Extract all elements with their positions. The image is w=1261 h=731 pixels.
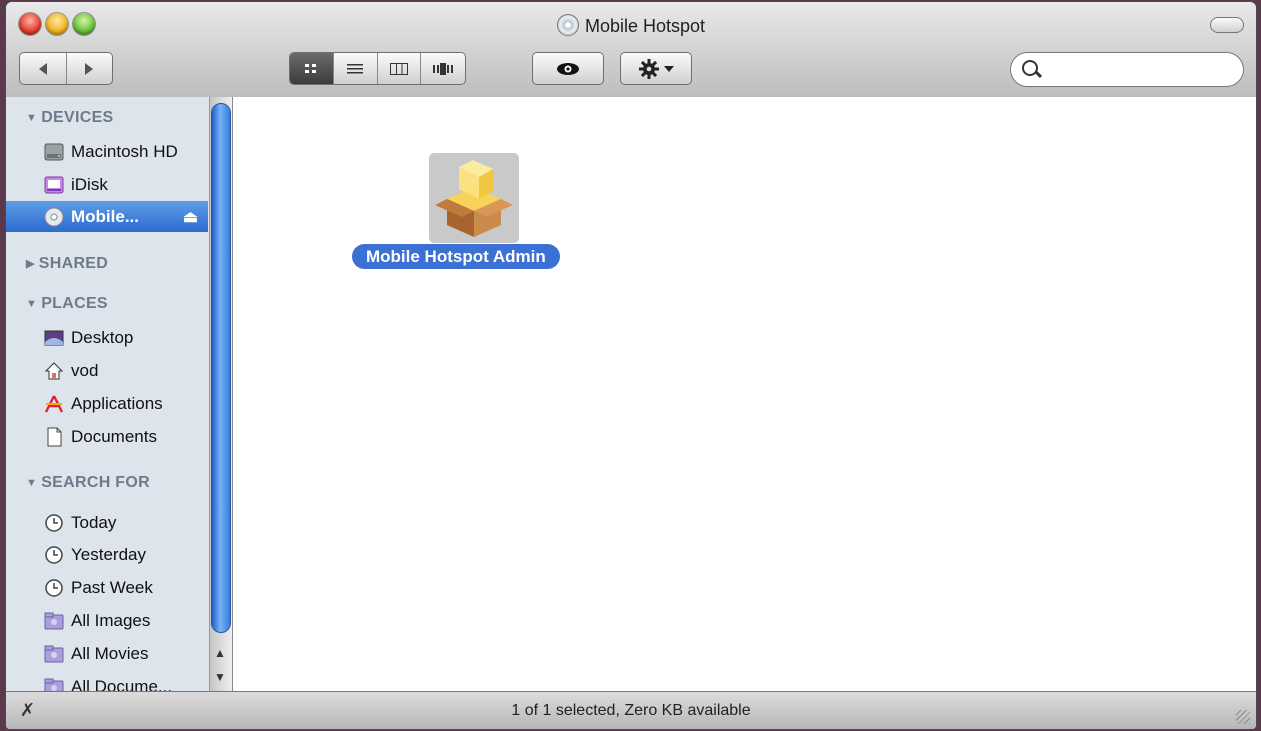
sidebar-item-mobile-hotspot[interactable]: Mobile... ⏏ [6, 201, 208, 232]
sidebar-item-applications[interactable]: Applications [6, 388, 208, 419]
sidebar-item-past-week[interactable]: Past Week [6, 572, 208, 603]
column-view-button[interactable] [378, 53, 422, 84]
package-installer-icon [435, 160, 513, 237]
list-view-icon [347, 63, 364, 73]
sidebar-item-macintosh-hd[interactable]: Macintosh HD [6, 136, 208, 167]
icon-view-button[interactable] [290, 53, 334, 84]
sidebar-item-today[interactable]: Today [6, 507, 208, 538]
sidebar: ▼ DEVICES Macintosh HD iDisk Mobile... ⏏ … [6, 97, 233, 691]
sidebar-header-places[interactable]: ▼ PLACES [26, 295, 108, 313]
search-input[interactable] [1045, 57, 1239, 83]
cd-disc-icon [44, 207, 64, 227]
sidebar-item-desktop[interactable]: Desktop [6, 322, 208, 353]
file-browser-content: Mobile Hotspot Admin [233, 97, 1256, 691]
applications-icon [44, 394, 64, 414]
smart-folder-icon [44, 644, 64, 664]
toolbar: Mobile Hotspot [6, 2, 1256, 98]
disclosure-triangle-collapsed-icon: ▶ [26, 258, 35, 270]
hard-drive-icon [44, 142, 64, 162]
resize-grip[interactable] [1236, 710, 1250, 724]
cover-flow-button[interactable] [421, 53, 465, 84]
toolbar-toggle-button[interactable] [1210, 17, 1244, 33]
sidebar-item-vod[interactable]: vod [6, 355, 208, 386]
eject-icon[interactable]: ⏏ [183, 207, 198, 227]
home-icon [44, 361, 64, 381]
sidebar-item-yesterday[interactable]: Yesterday [6, 539, 208, 570]
desktop-icon [44, 328, 64, 348]
smart-folder-icon [44, 677, 64, 691]
status-bar: ✗ 1 of 1 selected, Zero KB available [6, 691, 1256, 729]
sidebar-item-documents[interactable]: Documents [6, 421, 208, 452]
scroll-down-arrow[interactable]: ▼ [211, 667, 229, 687]
list-view-button[interactable] [334, 53, 378, 84]
scroll-up-arrow[interactable]: ▲ [211, 643, 229, 663]
disclosure-triangle-expanded-icon: ▼ [26, 477, 38, 489]
cover-flow-icon [433, 62, 454, 75]
sidebar-item-all-documents[interactable]: All Docume... [6, 671, 208, 691]
search-field[interactable] [1010, 52, 1244, 87]
sidebar-header-shared[interactable]: ▶ SHARED [26, 255, 108, 273]
cd-disc-icon [556, 14, 579, 36]
eye-icon [557, 62, 579, 75]
sidebar-header-devices[interactable]: ▼ DEVICES [26, 109, 114, 127]
clock-icon [44, 513, 64, 533]
column-view-icon [389, 62, 408, 75]
disclosure-triangle-expanded-icon: ▼ [26, 298, 38, 310]
status-text: 1 of 1 selected, Zero KB available [511, 702, 751, 719]
clock-icon [44, 545, 64, 565]
back-button[interactable] [20, 53, 67, 84]
idisk-icon [44, 175, 64, 195]
file-item-icon-selection[interactable] [429, 153, 519, 243]
documents-icon [44, 427, 64, 447]
back-arrow-icon [38, 62, 47, 75]
sidebar-item-idisk[interactable]: iDisk [6, 169, 208, 200]
smart-folder-icon [44, 611, 64, 631]
file-item-label[interactable]: Mobile Hotspot Admin [352, 244, 560, 269]
sidebar-item-all-movies[interactable]: All Movies [6, 638, 208, 669]
sidebar-header-search-for[interactable]: ▼ SEARCH FOR [26, 474, 150, 492]
disclosure-triangle-expanded-icon: ▼ [26, 112, 38, 124]
gear-icon [639, 58, 659, 79]
window-title: Mobile Hotspot [6, 14, 1256, 37]
sidebar-item-all-images[interactable]: All Images [6, 605, 208, 636]
chevron-down-icon [664, 65, 674, 72]
search-icon [1022, 60, 1038, 76]
window-title-text: Mobile Hotspot [584, 16, 706, 36]
sidebar-scroll-thumb[interactable] [211, 103, 231, 633]
finder-window: Mobile Hotspot ▼ DEVICES Macintosh HD iD… [6, 2, 1256, 729]
action-menu-button[interactable] [620, 52, 692, 85]
forward-button[interactable] [67, 53, 113, 84]
clock-icon [44, 578, 64, 598]
forward-arrow-icon [85, 62, 94, 75]
back-forward-control [19, 52, 113, 85]
quick-look-button[interactable] [532, 52, 604, 85]
view-mode-control [289, 52, 466, 85]
icon-view-icon [305, 63, 317, 73]
